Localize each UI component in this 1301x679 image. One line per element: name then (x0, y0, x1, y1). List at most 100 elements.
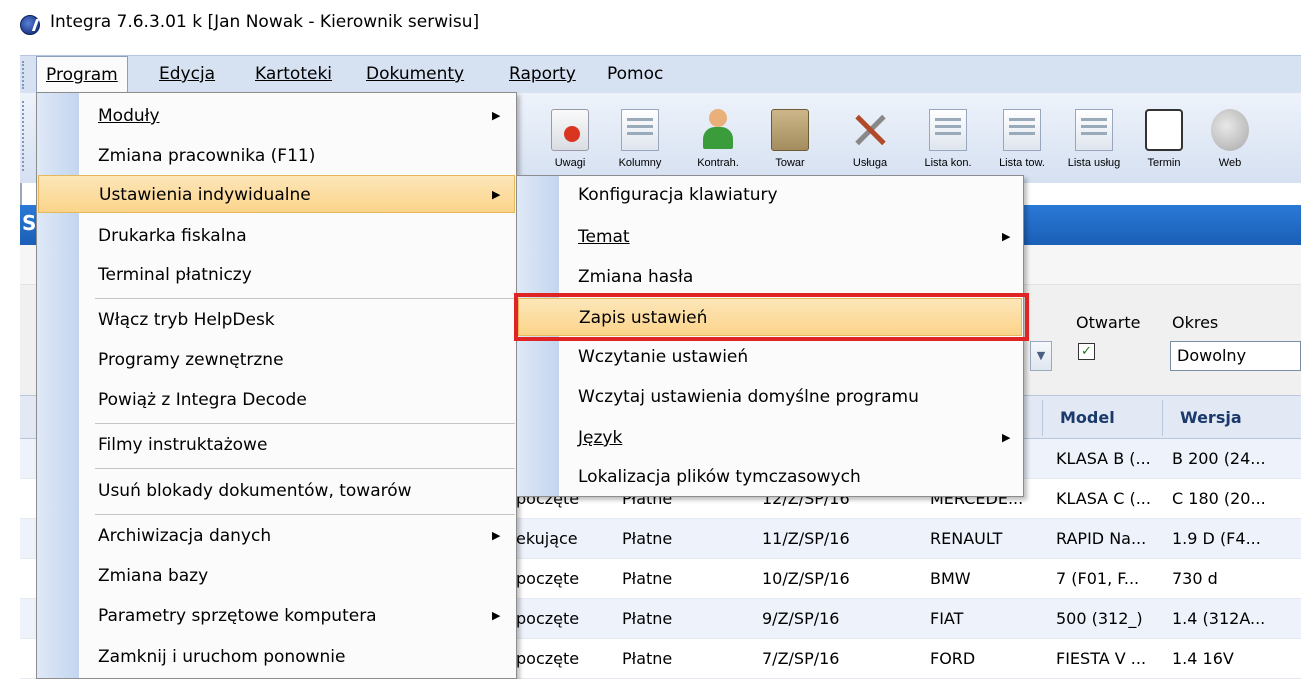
toolbar-termin-button[interactable]: Termin (1134, 103, 1194, 181)
column-separator (1162, 400, 1163, 436)
cell-payment: Płatne (622, 609, 673, 628)
toolbar-termin-label: Termin (1147, 157, 1181, 169)
menu-item-zmiana-pracownika[interactable]: Zmiana pracownika (F11) (38, 137, 515, 175)
menu-item-label: Język (578, 428, 623, 448)
schedule-icon (1145, 109, 1183, 151)
cell-status: poczęte (516, 649, 580, 668)
cell-status: ekujące (516, 529, 578, 548)
menu-kartoteki[interactable]: Kartoteki (246, 56, 341, 94)
okres-select[interactable]: Dowolny (1170, 341, 1301, 371)
menu-pomoc[interactable]: Pomoc (598, 56, 672, 94)
menu-program-label: Program (46, 65, 118, 85)
contractor-list-icon (929, 109, 967, 151)
submenu-item-zmiana-hasla[interactable]: Zmiana hasła (518, 258, 1022, 296)
toolbar-kolumny-button[interactable]: Kolumny (610, 103, 670, 181)
cell-payment: Płatne (622, 569, 673, 588)
program-menu: Moduły ▶ Zmiana pracownika (F11) Ustawien… (36, 92, 517, 679)
toolbar-kolumny-label: Kolumny (618, 157, 662, 169)
column-header-wersja[interactable]: Wersja (1180, 408, 1242, 427)
okres-label: Okres (1172, 313, 1219, 332)
cell-model: 7 (F01, F... (1056, 569, 1140, 588)
menu-item-programy-zewnetrzne[interactable]: Programy zewnętrzne (38, 341, 515, 379)
menu-separator (95, 468, 515, 469)
cell-model: FIESTA V ... (1056, 649, 1147, 668)
cell-make: FIAT (930, 609, 964, 628)
toolbar-lista-tow-label: Lista tow. (999, 157, 1045, 169)
submenu-item-lokalizacja-plikow[interactable]: Lokalizacja plików tymczasowych (518, 458, 1022, 496)
cell-payment: Płatne (622, 529, 673, 548)
cell-model: KLASA B (... (1056, 449, 1151, 468)
submenu-item-jezyk[interactable]: Język ▶ (518, 419, 1022, 457)
menu-separator (95, 514, 515, 515)
menu-item-terminal-platniczy[interactable]: Terminal płatniczy (38, 256, 515, 294)
menu-item-parametry-sprzetowe[interactable]: Parametry sprzętowe komputera ▶ (38, 597, 515, 635)
menu-item-filmy[interactable]: Filmy instruktażowe (38, 426, 515, 464)
menu-item-label: Archiwizacja danych (98, 526, 272, 546)
menu-item-zmiana-bazy[interactable]: Zmiana bazy (38, 557, 515, 595)
warning-doc-icon (551, 109, 589, 151)
otwarte-checkbox[interactable]: ✓ (1078, 343, 1095, 360)
cell-version: 730 d (1172, 569, 1218, 588)
title-bar: Integra 7.6.3.01 k [Jan Nowak - Kierowni… (0, 0, 1301, 46)
menu-item-ustawienia-indywidualne[interactable]: Ustawienia indywidualne ▶ (38, 175, 515, 213)
menu-item-drukarka-fiskalna[interactable]: Drukarka fiskalna (38, 217, 515, 255)
submenu-arrow-icon: ▶ (492, 529, 501, 542)
toolbar-lista-tow-button[interactable]: Lista tow. (992, 103, 1052, 181)
menu-item-label: Moduły (98, 106, 160, 126)
submenu-arrow-icon: ▶ (1002, 431, 1011, 444)
menu-kartoteki-label: Kartoteki (255, 64, 333, 84)
submenu-item-ustawienia-domyslne[interactable]: Wczytaj ustawienia domyślne programu (518, 378, 1022, 416)
submenu-item-konfiguracja-klawiatury[interactable]: Konfiguracja klawiatury (518, 176, 1022, 214)
menu-item-usun-blokady[interactable]: Usuń blokady dokumentów, towarów (38, 472, 515, 510)
menu-dokumenty[interactable]: Dokumenty (357, 56, 473, 94)
menu-raporty[interactable]: Raporty (500, 56, 585, 94)
menu-item-zamknij-uruchom[interactable]: Zamknij i uruchom ponownie (38, 638, 515, 676)
toolbar-web-button[interactable]: Web (1200, 103, 1260, 181)
toolbar-towar-label: Towar (775, 157, 805, 169)
columns-icon (621, 109, 659, 151)
menu-raporty-label: Raporty (509, 64, 576, 84)
submenu-item-temat[interactable]: Temat ▶ (518, 218, 1022, 256)
goods-box-icon (771, 109, 809, 151)
cell-number: 7/Z/SP/16 (762, 649, 840, 668)
cell-make: RENAULT (930, 529, 1003, 548)
toolbar-lista-kon-button[interactable]: Lista kon. (918, 103, 978, 181)
toolbar-kontrah-button[interactable]: Kontrah. (688, 103, 748, 181)
cell-number: 10/Z/SP/16 (762, 569, 850, 588)
submenu-arrow-icon: ▶ (1002, 230, 1011, 243)
menu-program[interactable]: Program (36, 56, 128, 94)
toolbar-grip-icon[interactable] (22, 101, 25, 171)
tools-icon (851, 109, 889, 151)
menubar-grip-icon[interactable] (22, 61, 25, 89)
cell-version: B 200 (24... (1172, 449, 1266, 468)
cell-status: poczęte (516, 569, 580, 588)
toolbar-usluga-button[interactable]: Usługa (840, 103, 900, 181)
submenu-item-wczytanie-ustawien[interactable]: Wczytanie ustawień (518, 338, 1022, 376)
toolbar-lista-uslug-button[interactable]: Lista usług (1064, 103, 1124, 181)
globe-icon (1211, 109, 1249, 151)
dropdown-arrow-icon[interactable]: ▼ (1030, 341, 1052, 371)
toolbar-kontrah-label: Kontrah. (697, 157, 739, 169)
menu-item-moduly[interactable]: Moduły ▶ (38, 97, 515, 135)
toolbar-web-label: Web (1218, 157, 1242, 169)
cell-version: C 180 (20... (1172, 489, 1266, 508)
menu-item-archiwizacja[interactable]: Archiwizacja danych ▶ (38, 517, 515, 555)
submenu-arrow-icon: ▶ (492, 609, 501, 622)
toolbar-uwagi-button[interactable]: Uwagi (540, 103, 600, 181)
menu-edycja[interactable]: Edycja (150, 56, 224, 94)
menu-item-integra-decode[interactable]: Powiąż z Integra Decode (38, 381, 515, 419)
column-header-model[interactable]: Model (1060, 408, 1115, 427)
menu-item-label: Parametry sprzętowe komputera (98, 606, 377, 626)
toolbar-lista-uslug-label: Lista usług (1067, 157, 1121, 169)
cell-number: 9/Z/SP/16 (762, 609, 840, 628)
goods-list-icon (1003, 109, 1041, 151)
highlight-callout (514, 293, 1029, 341)
menu-separator (95, 298, 515, 299)
toolbar-towar-button[interactable]: Towar (760, 103, 820, 181)
services-list-icon (1075, 109, 1113, 151)
cell-version: 1.9 D (F4... (1172, 529, 1261, 548)
cell-status: poczęte (516, 609, 580, 628)
menu-item-helpdesk[interactable]: Włącz tryb HelpDesk (38, 301, 515, 339)
toolbar-lista-kon-label: Lista kon. (924, 157, 972, 169)
menu-item-label: Temat (578, 227, 630, 247)
